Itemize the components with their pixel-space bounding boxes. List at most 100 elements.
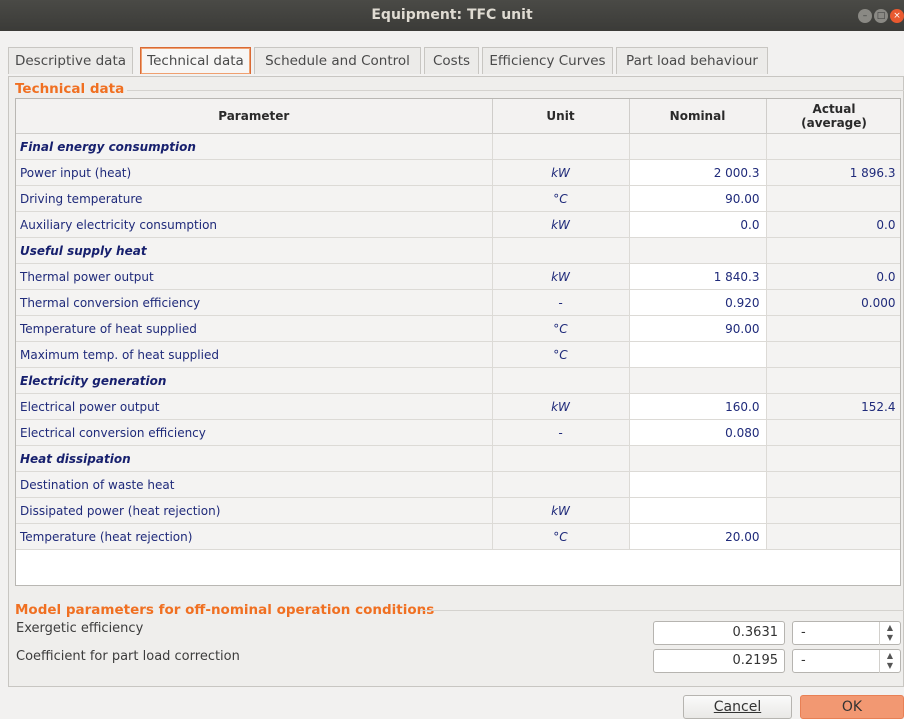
ok-button[interactable]: OK — [800, 695, 904, 719]
cell-actual — [766, 133, 900, 160]
cell-nominal[interactable] — [629, 471, 767, 498]
cell-nominal[interactable]: 20.00 — [629, 523, 767, 550]
column-header-actual[interactable]: Actual (average) — [766, 99, 900, 134]
table-row[interactable]: Driving temperature °C 90.00 — [16, 185, 900, 212]
spinner-arrows-icon[interactable]: ▲ ▼ — [879, 622, 900, 645]
tab-costs[interactable]: Costs — [424, 47, 479, 74]
tab-efficiency-curves[interactable]: Efficiency Curves — [482, 47, 613, 74]
cell-unit: °C — [492, 341, 630, 368]
cell-unit: kW — [492, 211, 630, 238]
table-row[interactable]: Maximum temp. of heat supplied °C — [16, 341, 900, 368]
cell-unit: - — [492, 419, 630, 446]
exergetic-efficiency-unit-select[interactable]: - ▲ ▼ — [792, 621, 901, 645]
table-section-row[interactable]: Heat dissipation — [16, 445, 900, 472]
cell-nominal[interactable]: 0.920 — [629, 289, 767, 316]
tab-part-load-behaviour[interactable]: Part load behaviour — [616, 47, 768, 74]
table-section-row[interactable]: Electricity generation — [16, 367, 900, 394]
part-load-coefficient-input[interactable]: 0.2195 — [653, 649, 785, 673]
part-load-coefficient-label: Coefficient for part load correction — [16, 649, 240, 664]
cell-unit: kW — [492, 263, 630, 290]
cell-actual: 0.000 — [766, 289, 900, 316]
tab-technical-data[interactable]: Technical data — [140, 47, 251, 74]
cell-parameter: Dissipated power (heat rejection) — [16, 497, 493, 524]
cell-nominal[interactable]: 0.080 — [629, 419, 767, 446]
cell-actual — [766, 237, 900, 264]
table-row[interactable]: Electrical power output kW 160.0 152.4 — [16, 393, 900, 420]
table-row[interactable]: Temperature (heat rejection) °C 20.00 — [16, 523, 900, 550]
table-row[interactable]: Temperature of heat supplied °C 90.00 — [16, 315, 900, 342]
table-section-row[interactable]: Final energy consumption — [16, 133, 900, 160]
technical-data-group-title: Technical data — [15, 81, 128, 97]
cell-unit — [492, 471, 630, 498]
cell-unit: °C — [492, 315, 630, 342]
cell-parameter: Electricity generation — [16, 367, 493, 394]
cell-parameter: Thermal power output — [16, 263, 493, 290]
cell-nominal[interactable] — [629, 497, 767, 524]
table-row[interactable]: Thermal power output kW 1 840.3 0.0 — [16, 263, 900, 290]
minimize-icon[interactable]: – — [858, 9, 872, 23]
cell-parameter: Temperature of heat supplied — [16, 315, 493, 342]
table-row[interactable]: Electrical conversion efficiency -0.080 — [16, 419, 900, 446]
spinner-arrows-icon[interactable]: ▲ ▼ — [879, 650, 900, 673]
cell-actual — [766, 497, 900, 524]
cell-actual — [766, 185, 900, 212]
table-section-row[interactable]: Useful supply heat — [16, 237, 900, 264]
cell-parameter: Electrical conversion efficiency — [16, 419, 493, 446]
cancel-button-label: Cancel — [713, 699, 762, 715]
cell-actual — [766, 471, 900, 498]
cell-parameter: Maximum temp. of heat supplied — [16, 341, 493, 368]
cell-unit: kW — [492, 497, 630, 524]
cell-nominal[interactable]: 0.0 — [629, 211, 767, 238]
cell-actual — [766, 367, 900, 394]
table-row[interactable]: Destination of waste heat — [16, 471, 900, 498]
cell-unit — [492, 237, 630, 264]
column-header-nominal[interactable]: Nominal — [629, 99, 767, 134]
cell-nominal — [629, 237, 767, 264]
cell-nominal[interactable] — [629, 341, 767, 368]
group-divider — [420, 610, 904, 611]
cell-unit — [492, 367, 630, 394]
cell-actual — [766, 341, 900, 368]
cell-nominal — [629, 445, 767, 472]
column-header-parameter[interactable]: Parameter — [16, 99, 493, 134]
cell-nominal[interactable]: 160.0 — [629, 393, 767, 420]
exergetic-efficiency-label: Exergetic efficiency — [16, 621, 144, 636]
unit-select-value: - — [801, 653, 806, 668]
cell-parameter: Auxiliary electricity consumption — [16, 211, 493, 238]
model-parameters-group-title: Model parameters for off-nominal operati… — [15, 602, 435, 618]
unit-select-value: - — [801, 625, 806, 640]
tab-descriptive-data[interactable]: Descriptive data — [8, 47, 133, 74]
cell-actual — [766, 419, 900, 446]
table-row[interactable]: Dissipated power (heat rejection) kW — [16, 497, 900, 524]
tab-schedule-and-control[interactable]: Schedule and Control — [254, 47, 421, 74]
cell-unit: kW — [492, 393, 630, 420]
maximize-icon[interactable]: □ — [874, 9, 888, 23]
cell-unit: °C — [492, 523, 630, 550]
table-row[interactable]: Auxiliary electricity consumption kW 0.0 0.… — [16, 211, 900, 238]
cell-nominal[interactable]: 90.00 — [629, 315, 767, 342]
cell-unit: - — [492, 289, 630, 316]
cell-actual: 0.0 — [766, 263, 900, 290]
column-header-unit[interactable]: Unit — [492, 99, 630, 134]
cell-parameter: Useful supply heat — [16, 237, 493, 264]
cell-nominal[interactable]: 90.00 — [629, 185, 767, 212]
table-row[interactable]: Thermal conversion efficiency -0.920 0.000 — [16, 289, 900, 316]
cell-parameter: Power input (heat) — [16, 159, 493, 186]
cell-nominal[interactable]: 1 840.3 — [629, 263, 767, 290]
ok-button-label: OK — [841, 699, 863, 715]
cell-parameter: Final energy consumption — [16, 133, 493, 160]
cell-parameter: Destination of waste heat — [16, 471, 493, 498]
cell-actual — [766, 315, 900, 342]
close-icon[interactable]: × — [890, 9, 904, 23]
cell-parameter: Thermal conversion efficiency — [16, 289, 493, 316]
cell-actual — [766, 445, 900, 472]
cell-nominal[interactable]: 2 000.3 — [629, 159, 767, 186]
cell-actual — [766, 523, 900, 550]
cancel-button[interactable]: Cancel — [683, 695, 792, 719]
cell-parameter: Driving temperature — [16, 185, 493, 212]
part-load-coefficient-unit-select[interactable]: - ▲ ▼ — [792, 649, 901, 673]
window-titlebar: Equipment: TFC unit — [0, 0, 904, 31]
cell-unit — [492, 445, 630, 472]
table-row[interactable]: Power input (heat) kW 2 000.3 1 896.3 — [16, 159, 900, 186]
exergetic-efficiency-input[interactable]: 0.3631 — [653, 621, 785, 645]
